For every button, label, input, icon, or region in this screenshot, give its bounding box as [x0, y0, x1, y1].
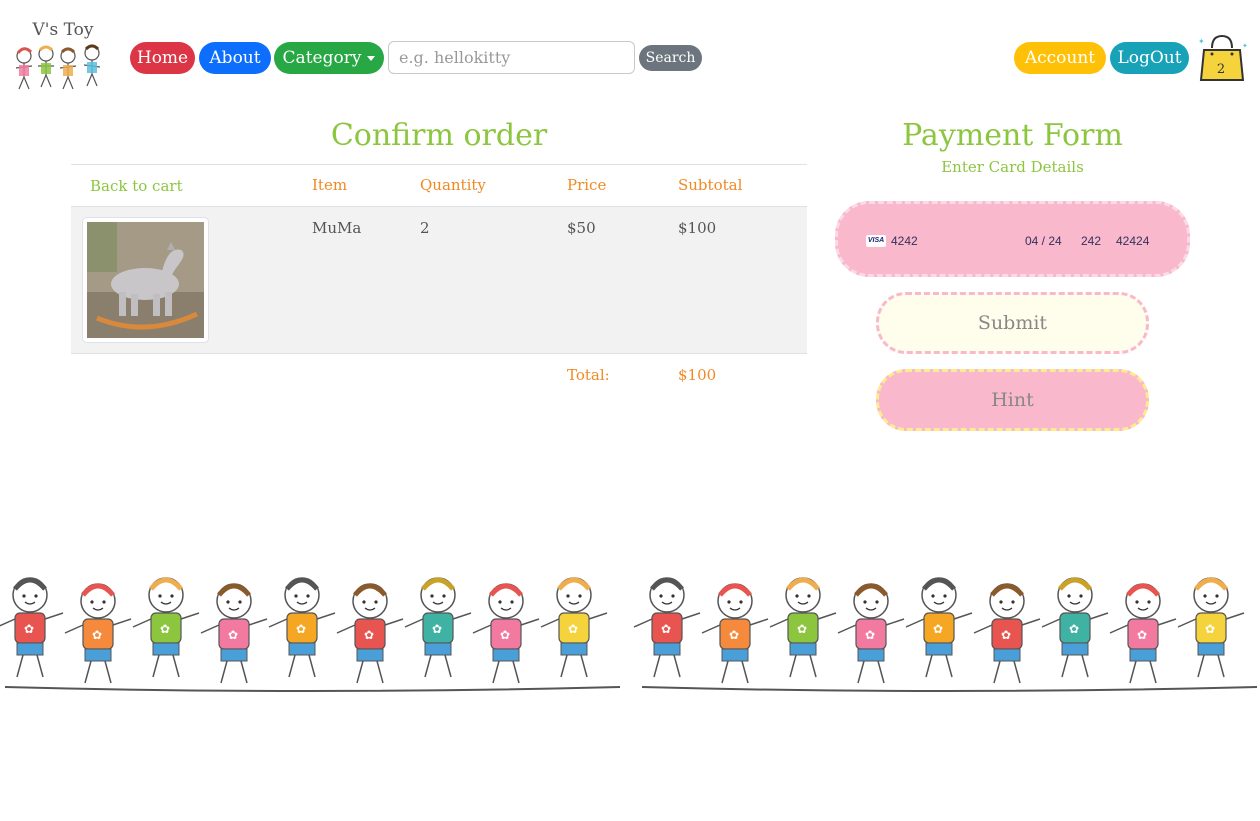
header-subtotal: Subtotal [678, 176, 743, 194]
svg-text:✿: ✿ [500, 628, 510, 642]
kid-figure: ✿ [200, 583, 268, 684]
shopping-bag-icon[interactable]: ✦ ✦ 2 [1192, 32, 1250, 84]
svg-text:✿: ✿ [432, 622, 442, 636]
kid-figure: ✿ [1109, 583, 1177, 684]
brand-name: V's Toy [32, 20, 94, 40]
svg-text:✿: ✿ [24, 622, 34, 636]
ground-line [641, 686, 1258, 692]
kid-figure: ✿ [633, 577, 701, 678]
account-button[interactable]: Account [1014, 42, 1106, 74]
visa-card-icon: VISA [866, 235, 886, 247]
category-dropdown[interactable]: Category [274, 42, 384, 74]
header-price: Price [567, 176, 607, 194]
kid-figure: ✿ [701, 583, 769, 684]
search-button[interactable]: Search [639, 45, 702, 71]
svg-text:✿: ✿ [1137, 628, 1147, 642]
svg-text:✿: ✿ [1205, 622, 1215, 636]
svg-text:✿: ✿ [1069, 622, 1079, 636]
kid-figure: ✿ [268, 577, 336, 678]
product-thumbnail[interactable] [82, 217, 209, 343]
kid-figure: ✿ [973, 583, 1041, 684]
total-value: $100 [678, 366, 717, 384]
svg-text:✿: ✿ [865, 628, 875, 642]
home-button[interactable]: Home [130, 42, 195, 74]
kid-figure: ✿ [132, 577, 200, 678]
header-quantity: Quantity [420, 176, 486, 194]
kids-logo-icon [15, 44, 101, 90]
kid-figure: ✿ [837, 583, 905, 684]
kid-figure: ✿ [336, 583, 404, 684]
back-to-cart-link[interactable]: Back to cart [90, 177, 183, 195]
kid-figure: ✿ [769, 577, 837, 678]
card-cvc-field[interactable]: 242 [1081, 234, 1101, 248]
card-zip-field[interactable]: 42424 [1116, 234, 1149, 248]
cart-count: 2 [1216, 62, 1226, 77]
kid-figure: ✿ [905, 577, 973, 678]
kids-group: ✿ ✿ ✿ ✿ ✿ ✿ ✿ ✿ ✿ [633, 577, 1258, 692]
payment-form-subtitle: Enter Card Details [941, 158, 1084, 176]
kid-figure: ✿ [472, 583, 540, 684]
row-quantity: 2 [420, 219, 430, 237]
svg-text:✿: ✿ [1001, 628, 1011, 642]
ground-line [4, 686, 621, 692]
total-label: Total: [567, 366, 610, 384]
kid-figure: ✿ [540, 577, 608, 678]
kids-banner-illustration: ✿ ✿ ✿ ✿ ✿ ✿ ✿ ✿ ✿ ✿ ✿ ✿ ✿ ✿ ✿ ✿ ✿ ✿ [0, 577, 1258, 692]
brand-logo[interactable]: V's Toy [10, 18, 116, 98]
confirm-order-title: Confirm order [330, 118, 548, 153]
svg-text:✿: ✿ [92, 628, 102, 642]
svg-text:✿: ✿ [364, 628, 374, 642]
about-button[interactable]: About [199, 42, 271, 74]
logout-button[interactable]: LogOut [1110, 42, 1189, 74]
svg-text:✿: ✿ [729, 628, 739, 642]
payment-form-title: Payment Form [902, 118, 1123, 153]
header-item: Item [312, 176, 348, 194]
rocking-horse-image [87, 222, 204, 338]
svg-text:✿: ✿ [661, 622, 671, 636]
kid-figure: ✿ [404, 577, 472, 678]
kid-figure: ✿ [1041, 577, 1109, 678]
svg-text:✿: ✿ [296, 622, 306, 636]
svg-text:✿: ✿ [568, 622, 578, 636]
kid-figure: ✿ [0, 577, 64, 678]
row-subtotal: $100 [678, 219, 717, 237]
svg-text:✿: ✿ [933, 622, 943, 636]
row-price: $50 [567, 219, 596, 237]
svg-text:✿: ✿ [228, 628, 238, 642]
kids-group: ✿ ✿ ✿ ✿ ✿ ✿ ✿ ✿ ✿ [0, 577, 621, 692]
svg-text:✿: ✿ [160, 622, 170, 636]
svg-text:✦: ✦ [1198, 37, 1205, 46]
row-item: MuMa [312, 219, 362, 237]
kid-figure: ✿ [64, 583, 132, 684]
svg-text:✿: ✿ [797, 622, 807, 636]
card-number-field[interactable]: 4242 [891, 234, 918, 248]
category-label: Category [282, 48, 362, 68]
caret-down-icon [367, 55, 376, 61]
card-details-field[interactable]: VISA 4242 04 / 24 242 42424 [835, 201, 1190, 277]
submit-button[interactable]: Submit [876, 292, 1149, 354]
search-input[interactable]: e.g. hellokitty [388, 41, 635, 74]
hint-button[interactable]: Hint [876, 369, 1149, 431]
kid-figure: ✿ [1177, 577, 1245, 678]
svg-text:✦: ✦ [1242, 42, 1248, 50]
card-expiry-field[interactable]: 04 / 24 [1025, 234, 1062, 248]
